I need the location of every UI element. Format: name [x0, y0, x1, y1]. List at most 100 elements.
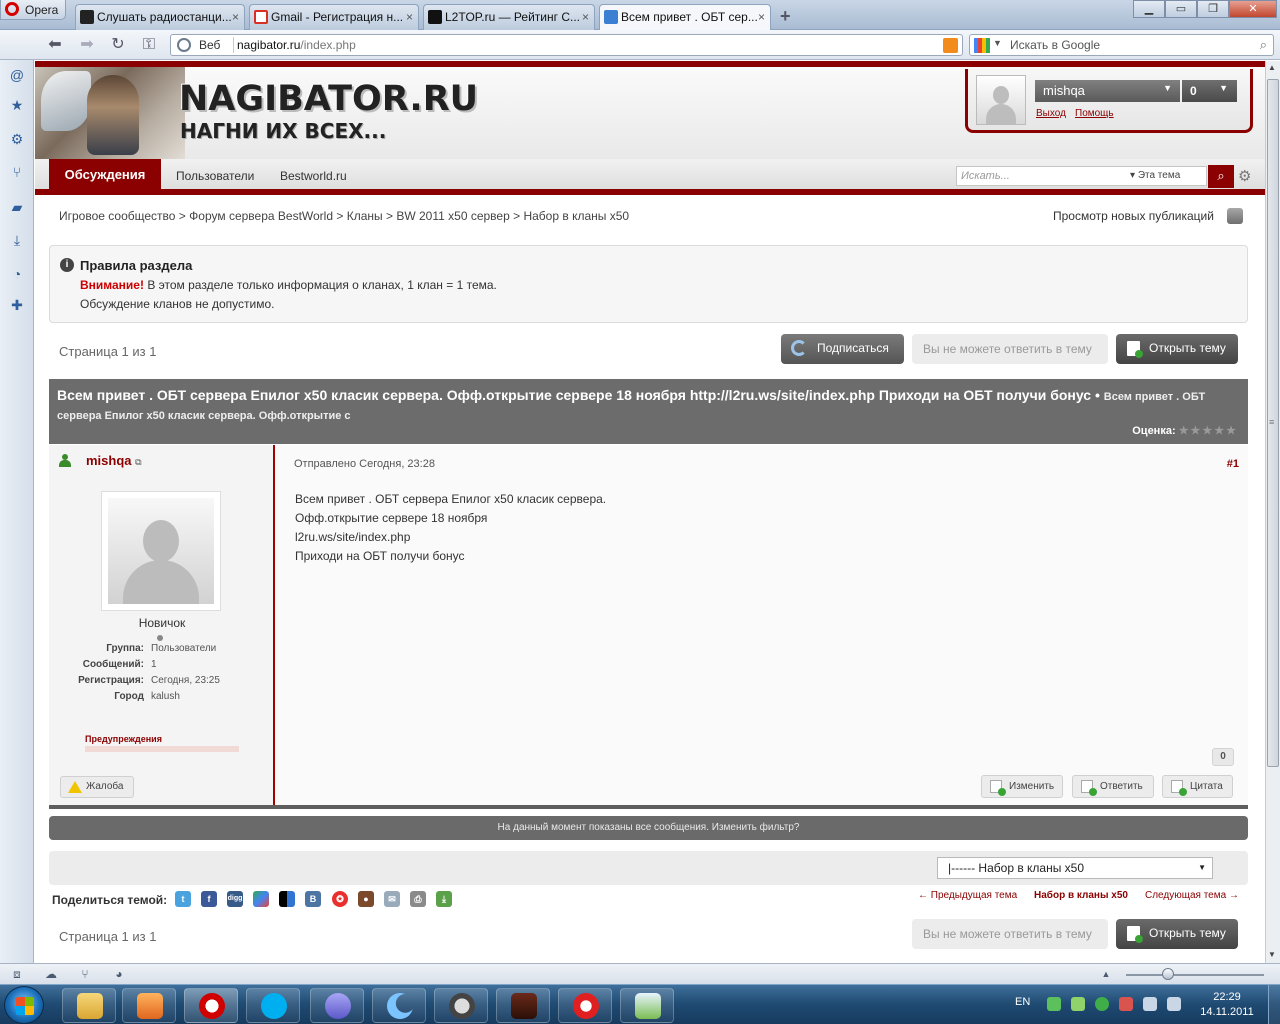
browser-tab-l2top[interactable]: L2TOP.ru — Рейтинг С... × [423, 4, 595, 30]
rss-icon[interactable] [1227, 208, 1243, 224]
zoom-arrow-icon[interactable]: ▲ [1099, 967, 1113, 981]
browser-tab-radio[interactable]: Слушать радиостанци... × [75, 4, 245, 30]
delicious-icon[interactable] [279, 891, 295, 907]
post-permalink[interactable]: #1 [1227, 458, 1239, 470]
logout-link[interactable]: Выход [1036, 108, 1066, 119]
scroll-down-icon[interactable]: ▼ [1268, 950, 1276, 959]
tray-network-icon[interactable] [1119, 997, 1133, 1011]
tray-flag-icon[interactable] [1143, 997, 1157, 1011]
back-arrow-icon[interactable]: ⬅ [44, 35, 66, 55]
taskbar-lineage[interactable] [496, 988, 550, 1023]
rss-feed-icon[interactable] [943, 38, 958, 53]
digg-icon[interactable]: digg [227, 891, 243, 907]
reload-icon[interactable]: ↻ [107, 35, 129, 55]
browser-tab-gmail[interactable]: Gmail - Регистрация н... × [249, 4, 419, 30]
previous-topic-link[interactable]: ← Предыдущая тема [918, 890, 1017, 901]
reputation-badge[interactable]: 0 [1212, 748, 1234, 766]
taskbar-app-crescent[interactable] [372, 988, 426, 1023]
nav-tab-discussions[interactable]: Обсуждения [49, 159, 161, 195]
address-field[interactable]: Веб nagibator.ru/index.php [170, 34, 963, 56]
taskbar-app-plus[interactable] [558, 988, 612, 1023]
open-topic-button-bottom[interactable]: Открыть тему [1116, 919, 1238, 949]
history-clock-icon[interactable]: ◔ [8, 265, 26, 283]
avatar[interactable] [976, 75, 1026, 125]
close-tab-icon[interactable]: × [406, 10, 413, 24]
download-icon[interactable]: ⤓ [436, 891, 452, 907]
notes-icon[interactable]: ▰ [8, 198, 26, 216]
mail-icon[interactable]: @ [8, 66, 26, 84]
mail-ru-icon[interactable]: ✪ [332, 891, 348, 907]
breadcrumb-item[interactable]: Игровое сообщество [59, 209, 175, 223]
open-topic-button[interactable]: Открыть тему [1116, 334, 1238, 364]
address-url[interactable]: nagibator.ru/index.php [237, 38, 356, 52]
scroll-up-icon[interactable]: ▲ [1268, 63, 1276, 72]
notifications-dropdown[interactable]: 0 ▼ [1182, 80, 1237, 102]
cannot-reply-button-bottom[interactable]: Вы не можете ответить в тему [912, 919, 1108, 949]
report-button[interactable]: Жалоба [60, 776, 134, 798]
nav-tab-bestworld[interactable]: Bestworld.ru [280, 169, 347, 183]
reply-button[interactable]: Ответить [1072, 775, 1154, 798]
taskbar-explorer[interactable] [62, 988, 116, 1023]
new-tab-icon[interactable]: + [780, 6, 791, 27]
taskbar-app-headset[interactable] [434, 988, 488, 1023]
language-indicator[interactable]: EN [1015, 996, 1030, 1008]
close-tab-icon[interactable]: × [582, 10, 589, 24]
twitter-icon[interactable]: t [175, 891, 191, 907]
close-tab-icon[interactable]: × [758, 10, 765, 24]
taskbar-clock[interactable]: 22:29 14.11.2011 [1192, 990, 1262, 1020]
post-author-name[interactable]: mishqa ⧉ [86, 453, 142, 468]
show-desktop-button[interactable] [1268, 985, 1280, 1024]
bobrdobr-icon[interactable]: ● [358, 891, 374, 907]
next-topic-link[interactable]: Следующая тема → [1145, 890, 1239, 901]
unite-cloud-icon[interactable]: ☁ [44, 967, 58, 981]
browser-tab-active[interactable]: Всем привет . ОБТ сер... × [599, 4, 771, 30]
bookmark-star-icon[interactable]: ★ [8, 96, 26, 114]
downloads-icon[interactable]: ⤓ [8, 231, 26, 249]
tray-messenger-icon[interactable] [1047, 997, 1061, 1011]
forum-jump-select[interactable]: |------ Набор в кланы x50 ▼ [937, 857, 1213, 879]
breadcrumb-item[interactable]: Кланы [347, 209, 383, 223]
close-window-icon[interactable]: ✕ [1229, 0, 1277, 18]
email-icon[interactable]: ✉ [384, 891, 400, 907]
topic-rating[interactable]: Оценка: ★★★★★ [1132, 424, 1238, 437]
tile-icon[interactable]: ▭ [1165, 0, 1197, 18]
key-icon[interactable]: ⚿ [138, 35, 160, 55]
breadcrumb-item[interactable]: Форум сервера BestWorld [189, 209, 333, 223]
taskbar-skype[interactable] [246, 988, 300, 1023]
cannot-reply-button[interactable]: Вы не можете ответить в тему [912, 334, 1108, 364]
view-new-posts-link[interactable]: Просмотр новых публикаций [1053, 209, 1214, 223]
page-scrollbar[interactable]: ▲ ≡ ▼ [1265, 61, 1280, 963]
start-button[interactable] [4, 986, 44, 1024]
zoom-slider-track[interactable] [1126, 974, 1264, 976]
share-icon[interactable]: ⑂ [8, 163, 26, 181]
breadcrumb-item[interactable]: BW 2011 x50 сервер [396, 209, 509, 223]
widgets-gear-icon[interactable]: ⚙ [8, 130, 26, 148]
search-icon[interactable]: ⌕ [1260, 37, 1267, 53]
taskbar-opera[interactable] [184, 988, 238, 1023]
google-search-field[interactable]: ▼ Искать в Google ⌕ [969, 34, 1274, 56]
breadcrumb-item[interactable]: Набор в кланы x50 [523, 209, 629, 223]
quote-button[interactable]: Цитата [1162, 775, 1233, 798]
search-scope-select[interactable]: ▾ Эта тема [1130, 170, 1180, 181]
google-icon[interactable] [974, 38, 990, 53]
google-buzz-icon[interactable] [253, 891, 269, 907]
panel-toggle-icon[interactable]: ⧈ [10, 967, 24, 981]
restore-icon[interactable]: ❐ [1197, 0, 1229, 18]
zoom-slider-thumb[interactable] [1162, 968, 1174, 980]
turbo-share-icon[interactable]: ⑂ [78, 967, 92, 981]
tray-volume-icon[interactable] [1167, 997, 1181, 1011]
taskbar-app-installer[interactable] [620, 988, 674, 1023]
edit-button[interactable]: Изменить [981, 775, 1063, 798]
rating-stars[interactable]: ★★★★★ [1179, 425, 1238, 437]
tray-shield-icon[interactable] [1095, 997, 1109, 1011]
add-panel-icon[interactable]: ✚ [8, 296, 26, 314]
current-forum-link[interactable]: Набор в кланы x50 [1034, 890, 1128, 901]
chevron-down-icon[interactable]: ▼ [993, 38, 1002, 48]
print-icon[interactable]: ⎙ [410, 891, 426, 907]
forward-arrow-icon[interactable]: ➡ [76, 35, 98, 55]
user-menu-dropdown[interactable]: mishqa ▼ [1035, 80, 1180, 102]
site-logo-title[interactable]: NAGIBATOR.RU [179, 79, 478, 119]
facebook-icon[interactable]: f [201, 891, 217, 907]
close-tab-icon[interactable]: × [232, 10, 239, 24]
minimize-icon[interactable]: ▁ [1133, 0, 1165, 18]
